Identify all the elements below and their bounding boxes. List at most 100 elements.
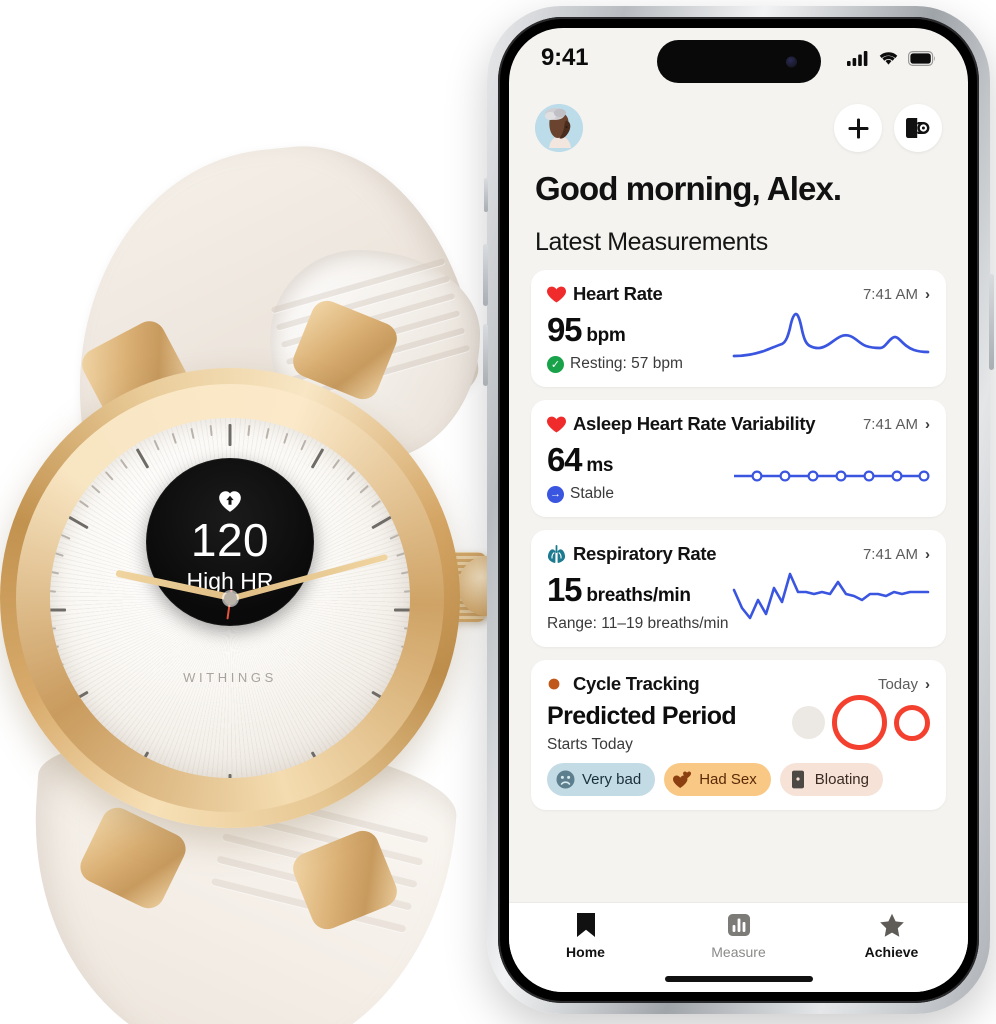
watch-dial: 120 High HR WITHINGS xyxy=(50,418,410,778)
card-values: Predicted Period Starts Today xyxy=(547,697,737,754)
chevron-right-icon[interactable]: › xyxy=(925,286,930,303)
card-respiratory-rate[interactable]: Respiratory Rate 7:41 AM › 15 breaths/mi… xyxy=(531,530,946,647)
card-subtext-row: ✓ Resting: 57 bpm xyxy=(547,355,683,373)
card-subtext: Stable xyxy=(570,485,614,502)
bookmark-icon xyxy=(575,912,597,938)
battery-full-icon xyxy=(908,50,935,66)
card-asleep-heart-rate-variability[interactable]: Asleep Heart Rate Variability 7:41 AM › … xyxy=(531,400,946,517)
arrow-right-circle-icon: → xyxy=(547,485,564,503)
card-value: Predicted Period xyxy=(547,702,737,730)
chip-very-bad[interactable]: Very bad xyxy=(547,763,656,796)
card-value: 64 xyxy=(547,441,583,478)
card-value-row: 64 ms xyxy=(547,441,614,479)
scan-device-icon xyxy=(905,118,929,138)
card-title: Asleep Heart Rate Variability xyxy=(573,413,816,434)
signal-bars-icon xyxy=(847,51,868,66)
frowning-face-icon xyxy=(556,770,575,789)
volume-down-button[interactable] xyxy=(483,324,488,386)
heart-rate-sparkline xyxy=(732,306,930,373)
respiratory-rate-sparkline xyxy=(732,568,930,633)
mute-switch[interactable] xyxy=(484,178,488,212)
front-camera-icon xyxy=(785,56,797,67)
card-value-row: 95 bpm xyxy=(547,311,683,349)
card-time-text: 7:41 AM xyxy=(862,545,918,563)
card-header: Heart Rate 7:41 AM › xyxy=(547,283,930,305)
card-subtext-row: Range: 11–19 breaths/min xyxy=(547,615,729,633)
moon-phase-icon xyxy=(547,675,566,694)
card-unit: ms xyxy=(586,455,614,476)
card-title: Respiratory Rate xyxy=(573,543,717,564)
hrv-sparkline xyxy=(732,456,930,503)
power-button[interactable] xyxy=(989,274,994,370)
card-subtext: Resting: 57 bpm xyxy=(570,355,683,372)
card-time-text: 7:41 AM xyxy=(862,285,918,303)
card-timestamp: Today › xyxy=(878,676,930,693)
tab-label: Achieve xyxy=(864,944,919,960)
tab-home[interactable]: Home xyxy=(509,912,662,960)
cycle-phase-indicator xyxy=(792,695,930,754)
card-timestamp: 7:41 AM › xyxy=(863,546,930,563)
card-timestamp: 7:41 AM › xyxy=(863,286,930,303)
scan-device-button[interactable] xyxy=(894,104,942,152)
card-header: Asleep Heart Rate Variability 7:41 AM › xyxy=(547,413,930,435)
plus-icon xyxy=(848,118,868,138)
wifi-icon xyxy=(879,52,898,65)
volume-up-button[interactable] xyxy=(483,244,488,306)
card-subtext-row: → Stable xyxy=(547,485,614,503)
status-bar: 9:41 xyxy=(509,28,968,88)
card-heart-rate[interactable]: Heart Rate 7:41 AM › 95 bpm ✓ Resting: 5… xyxy=(531,270,946,387)
watch-hand-pivot xyxy=(224,592,237,605)
bar-chart-icon xyxy=(727,912,751,938)
heart-icon xyxy=(547,285,566,304)
measurement-card-list: Heart Rate 7:41 AM › 95 bpm ✓ Resting: 5… xyxy=(509,257,968,902)
avatar-illustration-icon xyxy=(535,104,583,152)
card-title: Cycle Tracking xyxy=(573,673,700,694)
star-icon xyxy=(879,912,905,938)
card-value: 95 xyxy=(547,311,583,348)
chevron-right-icon[interactable]: › xyxy=(925,546,930,563)
watch-case: 120 High HR WITHINGS xyxy=(0,368,460,828)
card-unit: bpm xyxy=(586,325,626,346)
app-header xyxy=(509,88,968,152)
tab-achieve[interactable]: Achieve xyxy=(815,912,968,960)
header-actions xyxy=(834,104,942,152)
card-timestamp: 7:41 AM › xyxy=(863,416,930,433)
card-unit: breaths/min xyxy=(586,585,691,606)
chevron-right-icon[interactable]: › xyxy=(925,416,930,433)
tab-label: Home xyxy=(566,944,605,960)
card-header: Respiratory Rate 7:41 AM › xyxy=(547,543,930,565)
withings-scanwatch-product-photo: 120 High HR WITHINGS xyxy=(0,129,530,1024)
chip-had-sex[interactable]: Had Sex xyxy=(664,763,771,796)
phone-screen: 9:41 Good morning, Alex. Latest Measurem… xyxy=(509,28,968,992)
watch-hr-value: 120 xyxy=(190,514,270,566)
bottom-tab-bar: Home Measure Achieve xyxy=(509,902,968,966)
iphone-device-frame: 9:41 Good morning, Alex. Latest Measurem… xyxy=(483,6,994,1014)
chip-label: Had Sex xyxy=(699,771,757,788)
section-title: Latest Measurements xyxy=(535,228,768,256)
card-header: Cycle Tracking Today › xyxy=(547,673,930,695)
card-body: 15 breaths/min Range: 11–19 breaths/min xyxy=(547,565,930,633)
card-title: Heart Rate xyxy=(573,283,663,304)
tab-measure[interactable]: Measure xyxy=(662,912,815,960)
dynamic-island xyxy=(656,40,821,83)
card-time-text: 7:41 AM xyxy=(862,415,918,433)
card-value: 15 xyxy=(547,571,583,608)
cycle-dot-next xyxy=(894,704,930,741)
card-time-text: Today xyxy=(877,675,918,693)
home-indicator[interactable] xyxy=(509,966,968,992)
avatar[interactable] xyxy=(535,104,583,152)
watch-bezel: 120 High HR WITHINGS xyxy=(16,384,444,812)
page-title: Good morning, Alex. xyxy=(535,170,842,207)
cycle-dot-past xyxy=(792,706,825,739)
status-bar-time: 9:41 xyxy=(541,44,589,71)
add-button[interactable] xyxy=(834,104,882,152)
symptom-chip-row: Very bad Had Sex Bloating xyxy=(547,754,930,796)
card-cycle-tracking[interactable]: Cycle Tracking Today › Predicted Period … xyxy=(531,660,946,810)
card-value-row: 15 breaths/min xyxy=(547,571,729,609)
chip-label: Bloating xyxy=(814,771,869,788)
screenshot-root: 120 High HR WITHINGS 9:41 Good morning, … xyxy=(0,0,996,1024)
chevron-right-icon[interactable]: › xyxy=(925,676,930,693)
two-hearts-icon xyxy=(673,770,692,789)
chip-bloating[interactable]: Bloating xyxy=(779,763,883,796)
card-body: Predicted Period Starts Today xyxy=(547,695,930,754)
